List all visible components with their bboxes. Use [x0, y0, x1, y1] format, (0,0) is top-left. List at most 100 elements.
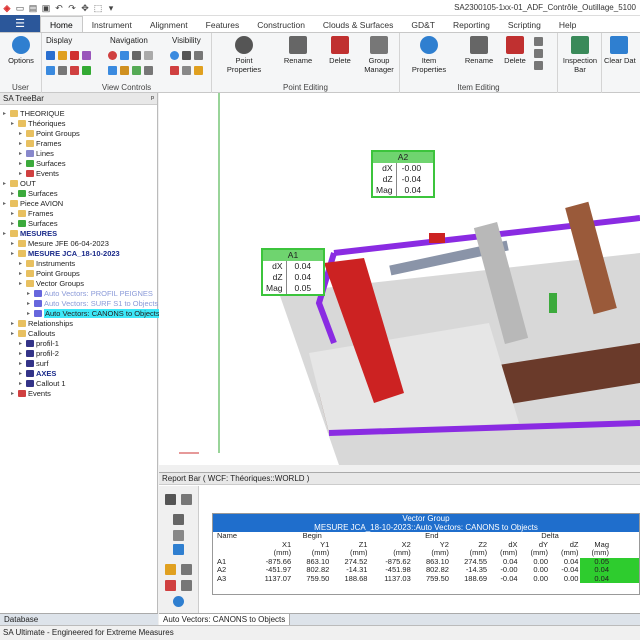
expand-caret-icon[interactable]: ▸ [11, 190, 16, 197]
database-tab[interactable]: Database [0, 613, 158, 625]
expand-caret-icon[interactable]: ▸ [11, 390, 16, 397]
expand-caret-icon[interactable]: ▸ [27, 290, 32, 297]
tree-item[interactable]: ▸ Mesure JFE 06-04-2023 [11, 238, 109, 248]
visibility-grid-icon[interactable] [182, 66, 191, 75]
report-export-icon[interactable] [165, 564, 176, 575]
expand-caret-icon[interactable]: ▸ [19, 130, 24, 137]
tree-item[interactable]: ▸ Frames [19, 138, 61, 148]
tree-item[interactable]: ▸ Point Groups [19, 268, 80, 278]
file-menu-button[interactable]: ☰ [0, 15, 40, 32]
expand-caret-icon[interactable]: ▸ [11, 250, 16, 257]
visibility-eye-icon[interactable] [170, 51, 179, 60]
tree-item[interactable]: ▸ Auto Vectors: PROFIL PEIGNES [27, 288, 153, 298]
expand-caret-icon[interactable]: ▸ [19, 150, 24, 157]
tree-item[interactable]: ▸ MESURE JCA_18-10-2023 [11, 248, 120, 258]
tab-clouds-surfaces[interactable]: Clouds & Surfaces [314, 17, 402, 32]
save-icon[interactable]: ▣ [41, 3, 51, 14]
tab-construction[interactable]: Construction [248, 17, 314, 32]
tree-item[interactable]: ▸ Events [19, 168, 59, 178]
tree-item[interactable]: ▸ Point Groups [19, 128, 80, 138]
visibility-layer-icon[interactable] [182, 51, 191, 60]
report-copy-icon[interactable] [181, 580, 192, 591]
navigation-select-icon[interactable] [144, 51, 153, 60]
callout-a1[interactable]: A1 dX 0.04 dZ 0.04 Mag 0.05 [261, 248, 325, 296]
tree-item[interactable]: ▸ Théoriques [11, 118, 66, 128]
tree-item[interactable]: ▸ Surfaces [19, 158, 66, 168]
tab-instrument[interactable]: Instrument [83, 17, 141, 32]
expand-caret-icon[interactable]: ▸ [19, 170, 24, 177]
expand-caret-icon[interactable]: ▸ [19, 140, 24, 147]
pin-icon[interactable]: ᵖ [151, 94, 157, 103]
item-tool1-icon[interactable] [534, 37, 543, 46]
group-manager-button[interactable]: Group Manager [360, 36, 398, 74]
tree-item[interactable]: ▸ Frames [11, 208, 53, 218]
inspection-bar-button[interactable]: Inspection Bar [560, 36, 600, 74]
visibility-label-icon[interactable] [194, 66, 203, 75]
point-properties-button[interactable]: Point Properties [218, 36, 270, 74]
clear-data-button[interactable]: Clear Dat [604, 36, 640, 65]
expand-caret-icon[interactable]: ▸ [19, 370, 24, 377]
display-pen-icon[interactable] [70, 51, 79, 60]
expand-caret-icon[interactable]: ▸ [3, 110, 8, 117]
move-icon[interactable]: ✥ [80, 3, 90, 14]
visibility-filter-icon[interactable] [194, 51, 203, 60]
redo-icon[interactable]: ↷ [67, 3, 77, 14]
display-shade-icon[interactable] [46, 66, 55, 75]
expand-caret-icon[interactable]: ▸ [11, 240, 16, 247]
tree-item[interactable]: ▸ Relationships [11, 318, 73, 328]
report-camera-icon[interactable] [165, 494, 176, 505]
tree-item[interactable]: ▸ AXES [19, 368, 56, 378]
expand-caret-icon[interactable]: ▸ [19, 340, 24, 347]
expand-caret-icon[interactable]: ▸ [19, 280, 24, 287]
expand-caret-icon[interactable]: ▸ [19, 380, 24, 387]
app-logo-icon[interactable]: ◈ [2, 3, 12, 14]
report-table-icon[interactable] [173, 544, 184, 555]
display-wire-icon[interactable] [58, 66, 67, 75]
expand-caret-icon[interactable]: ▸ [3, 200, 8, 207]
item-properties-button[interactable]: Item Properties [404, 36, 454, 74]
item-tool3-icon[interactable] [534, 61, 543, 70]
display-cube-icon[interactable] [46, 51, 55, 60]
navigation-zoom-icon[interactable] [120, 51, 129, 60]
tab-home[interactable]: Home [40, 16, 83, 32]
tree-item[interactable]: ▸ THEORIQUE [3, 108, 65, 118]
tree-item[interactable]: ▸ Events [11, 388, 51, 398]
tree-item[interactable]: ▸ Auto Vectors: SURF S1 to Objects [27, 298, 158, 308]
display-light-icon[interactable] [82, 66, 91, 75]
display-render-icon[interactable] [82, 51, 91, 60]
navigation-pan-icon[interactable] [132, 51, 141, 60]
report-print-icon[interactable] [181, 564, 192, 575]
expand-caret-icon[interactable]: ▸ [27, 300, 32, 307]
tree-item[interactable]: ▸ Vector Groups [19, 278, 84, 288]
delete-item-button[interactable]: Delete [500, 36, 530, 65]
display-paint-icon[interactable] [58, 51, 67, 60]
expand-caret-icon[interactable]: ▸ [19, 160, 24, 167]
tree-item[interactable]: ▸ Callouts [11, 328, 55, 338]
expand-caret-icon[interactable]: ▸ [11, 320, 16, 327]
report-pdf-icon[interactable] [165, 580, 176, 591]
open-file-icon[interactable]: ▤ [28, 3, 38, 14]
report-image-icon[interactable] [181, 494, 192, 505]
report-refresh-icon[interactable] [173, 596, 184, 607]
new-file-icon[interactable]: ▭ [15, 3, 25, 14]
display-color-icon[interactable] [70, 66, 79, 75]
callout-a2[interactable]: A2 dX -0.00 dZ -0.04 Mag 0.04 [371, 150, 435, 198]
tree-item[interactable]: ▸ surf [19, 358, 49, 368]
navigation-more-icon[interactable] [144, 66, 153, 75]
expand-caret-icon[interactable]: ▸ [11, 210, 16, 217]
tree-item[interactable]: ▸ Lines [19, 148, 54, 158]
model-view[interactable] [159, 93, 640, 465]
expand-caret-icon[interactable]: ▸ [3, 180, 8, 187]
tree-item[interactable]: ▸ Piece AVION [3, 198, 63, 208]
expand-caret-icon[interactable]: ▸ [11, 120, 16, 127]
expand-caret-icon[interactable]: ▸ [19, 260, 24, 267]
tree-item[interactable]: ▸ Callout 1 [19, 378, 66, 388]
tree-item[interactable]: ▸ Surfaces [11, 188, 58, 198]
tree-item[interactable]: ▸ Surfaces [11, 218, 58, 228]
table-row[interactable]: A3 1137.07 759.50 188.68 1137.03 759.50 188.69… [213, 574, 639, 583]
navigation-axis-icon[interactable] [132, 66, 141, 75]
tab-alignment[interactable]: Alignment [141, 17, 197, 32]
tree-item[interactable]: ▸ OUT [3, 178, 36, 188]
select-icon[interactable]: ⬚ [93, 3, 103, 14]
expand-caret-icon[interactable]: ▸ [11, 330, 16, 337]
